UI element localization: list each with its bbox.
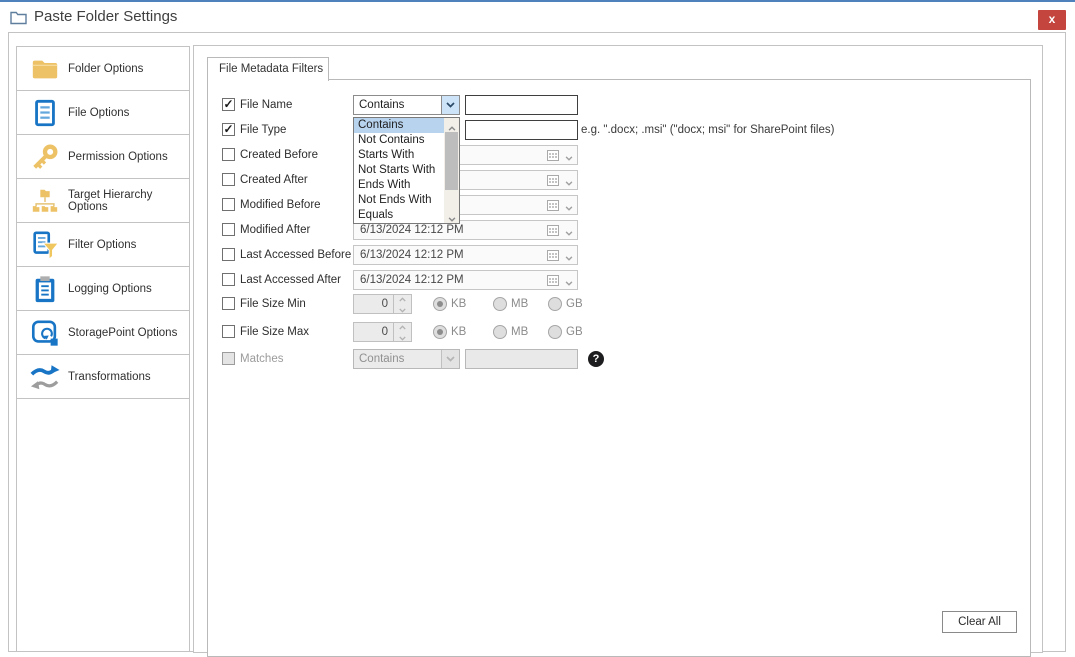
file-metadata-filters-page: ✓ File Name Contains ✓ File Type Contain… bbox=[207, 79, 1031, 657]
kb-label: KB bbox=[451, 294, 466, 314]
spinner-arrows-icon bbox=[394, 322, 412, 342]
clipboard-icon bbox=[30, 274, 60, 304]
scroll-up-icon[interactable] bbox=[444, 118, 459, 132]
file-name-label: File Name bbox=[240, 95, 292, 115]
file-size-max-kb-radio bbox=[433, 325, 447, 339]
sidebar-item-label: Permission Options bbox=[68, 151, 168, 163]
created-before-label: Created Before bbox=[240, 145, 318, 165]
created-after-label: Created After bbox=[240, 170, 308, 190]
last-accessed-after-checkbox[interactable] bbox=[222, 273, 235, 286]
gb-label: GB bbox=[566, 322, 583, 342]
file-size-max-gb-radio bbox=[548, 325, 562, 339]
sidebar-item-transformations[interactable]: Transformations bbox=[17, 355, 189, 399]
chevron-down-icon bbox=[565, 277, 573, 289]
modified-after-label: Modified After bbox=[240, 220, 310, 240]
file-size-max-value: 0 bbox=[353, 322, 394, 342]
help-icon[interactable]: ? bbox=[588, 351, 604, 367]
sidebar-item-logging-options[interactable]: Logging Options bbox=[17, 267, 189, 311]
calendar-icon bbox=[547, 199, 559, 214]
mb-label: MB bbox=[511, 322, 528, 342]
calendar-icon bbox=[547, 149, 559, 164]
created-before-checkbox[interactable] bbox=[222, 148, 235, 161]
chevron-down-icon bbox=[565, 177, 573, 189]
operator-dropdown-list: Contains Not Contains Starts With Not St… bbox=[353, 117, 460, 224]
last-accessed-before-label: Last Accessed Before bbox=[240, 245, 351, 265]
clear-all-button[interactable]: Clear All bbox=[942, 611, 1017, 633]
sidebar-item-label: Transformations bbox=[68, 371, 151, 383]
sidebar-item-label: Filter Options bbox=[68, 239, 136, 251]
file-size-max-mb-radio bbox=[493, 325, 507, 339]
file-type-hint: e.g. ".docx; .msi" ("docx; msi" for Shar… bbox=[581, 120, 834, 140]
sidebar-item-file-options[interactable]: File Options bbox=[17, 91, 189, 135]
matches-label: Matches bbox=[240, 349, 283, 369]
matches-operator-combobox: Contains bbox=[353, 349, 460, 369]
folder-icon bbox=[30, 54, 60, 84]
file-size-min-value: 0 bbox=[353, 294, 394, 314]
folder-outline-icon bbox=[10, 11, 27, 30]
sidebar-item-label: Folder Options bbox=[68, 63, 143, 75]
sidebar-item-folder-options[interactable]: Folder Options bbox=[17, 47, 189, 91]
file-name-value-input[interactable] bbox=[465, 95, 578, 115]
sidebar-item-storagepoint-options[interactable]: StoragePoint Options bbox=[17, 311, 189, 355]
file-size-max-checkbox[interactable] bbox=[222, 325, 235, 338]
chevron-down-icon bbox=[565, 252, 573, 264]
sidebar-item-label: File Options bbox=[68, 107, 129, 119]
file-type-checkbox[interactable]: ✓ bbox=[222, 123, 235, 136]
gb-label: GB bbox=[566, 294, 583, 314]
file-size-min-checkbox[interactable] bbox=[222, 297, 235, 310]
calendar-icon bbox=[547, 224, 559, 239]
sidebar: Folder Options File Options Permission O… bbox=[16, 46, 190, 652]
dropdown-scrollbar[interactable] bbox=[444, 118, 459, 223]
created-after-checkbox[interactable] bbox=[222, 173, 235, 186]
last-accessed-after-date-field: 6/13/2024 12:12 PM bbox=[353, 270, 578, 290]
file-size-min-kb-radio bbox=[433, 297, 447, 311]
scrollbar-thumb[interactable] bbox=[445, 132, 458, 190]
chevron-down-icon[interactable] bbox=[441, 96, 459, 114]
modified-before-checkbox[interactable] bbox=[222, 198, 235, 211]
tab-file-metadata-filters[interactable]: File Metadata Filters bbox=[207, 57, 329, 81]
file-type-label: File Type bbox=[240, 120, 286, 140]
chevron-down-icon bbox=[565, 152, 573, 164]
file-size-max-label: File Size Max bbox=[240, 322, 309, 342]
file-size-min-label: File Size Min bbox=[240, 294, 306, 314]
storage-sync-icon bbox=[30, 318, 60, 348]
close-button[interactable]: x bbox=[1038, 10, 1066, 30]
document-icon bbox=[30, 98, 60, 128]
calendar-icon bbox=[547, 274, 559, 289]
calendar-icon bbox=[547, 174, 559, 189]
key-icon bbox=[30, 142, 60, 172]
sidebar-item-permission-options[interactable]: Permission Options bbox=[17, 135, 189, 179]
scroll-down-icon[interactable] bbox=[444, 209, 459, 223]
modified-before-label: Modified Before bbox=[240, 195, 321, 215]
modified-after-checkbox[interactable] bbox=[222, 223, 235, 236]
sidebar-item-label: Logging Options bbox=[68, 283, 152, 295]
sidebar-item-label: StoragePoint Options bbox=[68, 327, 177, 339]
file-type-value-input[interactable] bbox=[465, 120, 578, 140]
calendar-icon bbox=[547, 249, 559, 264]
mb-label: MB bbox=[511, 294, 528, 314]
transform-arrows-icon bbox=[30, 362, 60, 392]
window-title: Paste Folder Settings bbox=[34, 8, 177, 25]
last-accessed-before-date-field: 6/13/2024 12:12 PM bbox=[353, 245, 578, 265]
title-bar: Paste Folder Settings x bbox=[0, 2, 1075, 32]
filter-icon bbox=[30, 230, 60, 260]
file-name-checkbox[interactable]: ✓ bbox=[222, 98, 235, 111]
kb-label: KB bbox=[451, 322, 466, 342]
sidebar-item-target-hierarchy-options[interactable]: Target Hierarchy Options bbox=[17, 179, 189, 223]
last-accessed-after-label: Last Accessed After bbox=[240, 270, 341, 290]
chevron-down-icon bbox=[441, 350, 459, 368]
spinner-arrows-icon bbox=[394, 294, 412, 314]
last-accessed-before-checkbox[interactable] bbox=[222, 248, 235, 261]
chevron-down-icon bbox=[565, 227, 573, 239]
file-size-min-gb-radio bbox=[548, 297, 562, 311]
chevron-down-icon bbox=[565, 202, 573, 214]
file-name-operator-combobox[interactable]: Contains bbox=[353, 95, 460, 115]
matches-checkbox bbox=[222, 352, 235, 365]
sidebar-item-label: Target Hierarchy Options bbox=[68, 189, 189, 213]
matches-value-input bbox=[465, 349, 578, 369]
sidebar-item-filter-options[interactable]: Filter Options bbox=[17, 223, 189, 267]
file-size-min-mb-radio bbox=[493, 297, 507, 311]
hierarchy-icon bbox=[30, 186, 60, 216]
